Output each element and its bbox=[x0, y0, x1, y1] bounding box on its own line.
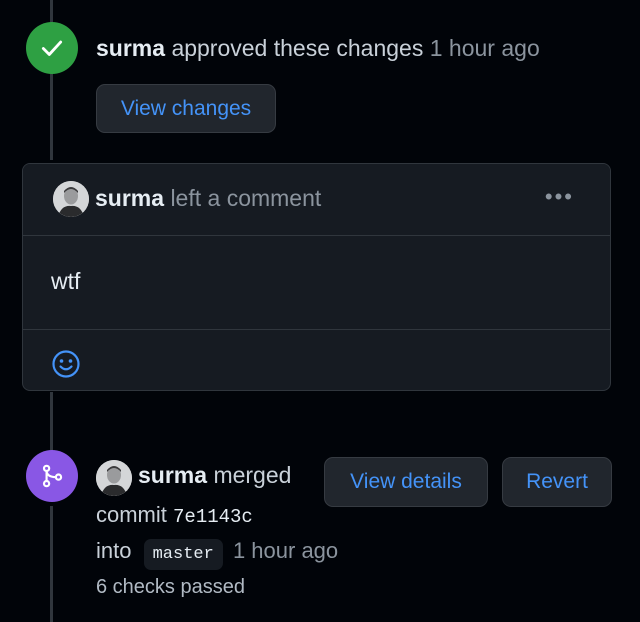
approved-time[interactable]: 1 hour ago bbox=[430, 35, 540, 61]
commenter-name[interactable]: surma bbox=[95, 185, 164, 211]
avatar[interactable] bbox=[96, 460, 132, 496]
merge-commit-line: commit 7e1143c bbox=[96, 502, 253, 528]
view-details-button[interactable]: View details bbox=[324, 457, 488, 507]
git-merge-icon bbox=[42, 464, 63, 488]
approved-action: approved these changes bbox=[171, 35, 424, 61]
comment-action: left a comment bbox=[170, 185, 322, 211]
comment-text: wtf bbox=[51, 268, 81, 294]
avatar[interactable] bbox=[53, 181, 89, 217]
commit-sha[interactable]: 7e1143c bbox=[173, 506, 253, 528]
merged-badge bbox=[26, 450, 78, 502]
check-icon bbox=[41, 40, 63, 56]
merger-name[interactable]: surma bbox=[138, 462, 207, 488]
kebab-horizontal-icon[interactable]: ••• bbox=[545, 184, 574, 210]
merge-event-line: surma merged bbox=[138, 462, 291, 489]
comment-card: surma left a comment ••• wtf bbox=[22, 163, 611, 391]
smiley-icon[interactable] bbox=[51, 349, 81, 379]
commit-label: commit bbox=[96, 502, 167, 527]
approver-name[interactable]: surma bbox=[96, 35, 165, 61]
merge-action: merged bbox=[213, 462, 292, 488]
comment-body: wtf bbox=[23, 236, 610, 330]
timeline-line bbox=[50, 506, 53, 622]
into-label: into bbox=[96, 538, 132, 563]
merge-branch-line: into master 1 hour ago bbox=[96, 538, 338, 570]
approved-event-line: surma approved these changes 1 hour ago bbox=[96, 35, 540, 62]
comment-footer bbox=[23, 330, 610, 390]
branch-name[interactable]: master bbox=[143, 539, 223, 570]
approved-badge bbox=[26, 22, 78, 74]
timeline-line bbox=[50, 392, 53, 452]
checks-status[interactable]: 6 checks passed bbox=[96, 576, 245, 599]
revert-button[interactable]: Revert bbox=[502, 457, 612, 507]
view-changes-button[interactable]: View changes bbox=[96, 84, 276, 133]
comment-title: surma left a comment bbox=[95, 185, 321, 212]
merge-time[interactable]: 1 hour ago bbox=[233, 538, 338, 563]
comment-header: surma left a comment ••• bbox=[23, 164, 610, 236]
